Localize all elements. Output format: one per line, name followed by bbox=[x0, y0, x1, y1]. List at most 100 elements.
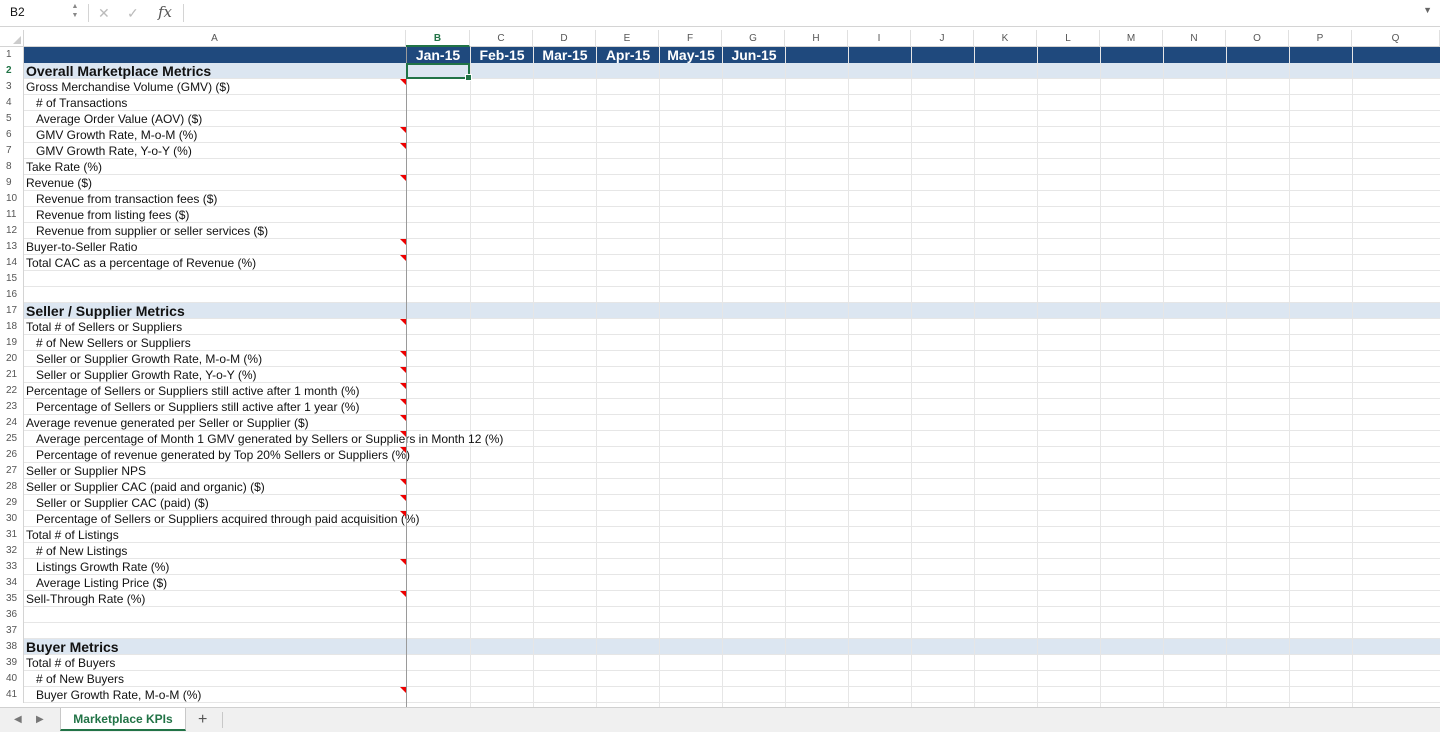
column-header-k[interactable]: K bbox=[974, 30, 1037, 47]
data-cells[interactable] bbox=[406, 351, 1440, 367]
metric-label-cell[interactable]: GMV Growth Rate, M-o-M (%) bbox=[24, 127, 406, 143]
comment-indicator-icon[interactable] bbox=[400, 415, 406, 421]
metric-label-cell[interactable]: Revenue from listing fees ($) bbox=[24, 207, 406, 223]
metric-label-cell[interactable]: Revenue from supplier or seller services… bbox=[24, 223, 406, 239]
row-header[interactable]: 13 bbox=[0, 239, 24, 255]
column-header-n[interactable]: N bbox=[1163, 30, 1226, 47]
row-header[interactable]: 6 bbox=[0, 127, 24, 143]
metric-label-cell[interactable]: # of New Listings bbox=[24, 543, 406, 559]
metric-label-cell[interactable]: Percentage of Sellers or Suppliers acqui… bbox=[24, 511, 420, 527]
metric-label-cell[interactable]: GMV Growth Rate, Y-o-Y (%) bbox=[24, 143, 406, 159]
metric-label-cell[interactable]: Seller or Supplier Growth Rate, Y-o-Y (%… bbox=[24, 367, 406, 383]
data-cells[interactable] bbox=[406, 79, 1440, 95]
data-cells[interactable] bbox=[406, 479, 1440, 495]
data-cells[interactable] bbox=[406, 559, 1440, 575]
metric-label-cell[interactable]: Average Listing Price ($) bbox=[24, 575, 406, 591]
month-header-cell[interactable]: Mar-15 bbox=[533, 47, 597, 63]
metric-label-cell[interactable]: Listings Growth Rate (%) bbox=[24, 559, 406, 575]
row-header[interactable]: 39 bbox=[0, 655, 24, 671]
metric-label-cell[interactable]: Percentage of Sellers or Suppliers still… bbox=[24, 383, 406, 399]
comment-indicator-icon[interactable] bbox=[400, 143, 406, 149]
comment-indicator-icon[interactable] bbox=[400, 383, 406, 389]
metric-label-cell[interactable]: Buyer-to-Seller Ratio bbox=[24, 239, 406, 255]
row-header[interactable]: 21 bbox=[0, 367, 24, 383]
row-header[interactable]: 32 bbox=[0, 543, 24, 559]
data-cells[interactable] bbox=[406, 639, 1440, 655]
data-cells[interactable] bbox=[406, 271, 1440, 287]
metric-label-cell[interactable]: Total # of Sellers or Suppliers bbox=[24, 319, 406, 335]
column-header-f[interactable]: F bbox=[659, 30, 722, 47]
row-header[interactable]: 27 bbox=[0, 463, 24, 479]
row-header[interactable]: 10 bbox=[0, 191, 24, 207]
month-header-cell[interactable]: Apr-15 bbox=[596, 47, 660, 63]
row-header[interactable]: 2 bbox=[0, 63, 24, 79]
row-header[interactable]: 30 bbox=[0, 511, 24, 527]
next-sheet-icon[interactable]: ▶ bbox=[36, 712, 44, 728]
metric-label-cell[interactable]: # of New Buyers bbox=[24, 671, 406, 687]
column-header-m[interactable]: M bbox=[1100, 30, 1163, 47]
formula-input[interactable] bbox=[190, 4, 1416, 22]
row-header[interactable]: 37 bbox=[0, 623, 24, 639]
row-header[interactable]: 14 bbox=[0, 255, 24, 271]
metric-label-cell[interactable] bbox=[24, 271, 406, 287]
row-header[interactable]: 16 bbox=[0, 287, 24, 303]
metric-label-cell[interactable]: Average percentage of Month 1 GMV genera… bbox=[24, 431, 503, 447]
comment-indicator-icon[interactable] bbox=[400, 175, 406, 181]
comment-indicator-icon[interactable] bbox=[400, 127, 406, 133]
metric-label-cell[interactable] bbox=[24, 607, 406, 623]
column-header-e[interactable]: E bbox=[596, 30, 659, 47]
month-header-cell[interactable]: Jan-15 bbox=[406, 47, 470, 63]
row-header[interactable]: 38 bbox=[0, 639, 24, 655]
name-box-stepper-icon[interactable]: ▲ ▼ bbox=[70, 2, 80, 22]
data-cells[interactable] bbox=[406, 303, 1440, 319]
data-cells[interactable] bbox=[406, 367, 1440, 383]
data-cells[interactable] bbox=[406, 287, 1440, 303]
column-header-q[interactable]: Q bbox=[1352, 30, 1440, 47]
comment-indicator-icon[interactable] bbox=[400, 319, 406, 325]
column-header-o[interactable]: O bbox=[1226, 30, 1289, 47]
metric-label-cell[interactable]: Seller or Supplier Growth Rate, M-o-M (%… bbox=[24, 351, 406, 367]
row-header[interactable]: 36 bbox=[0, 607, 24, 623]
data-cells[interactable] bbox=[406, 399, 1440, 415]
column-header-g[interactable]: G bbox=[722, 30, 785, 47]
sheet-tab-marketplace-kpis[interactable]: Marketplace KPIs bbox=[60, 708, 186, 731]
row-header[interactable]: 24 bbox=[0, 415, 24, 431]
data-cells[interactable] bbox=[406, 159, 1440, 175]
data-cells[interactable] bbox=[406, 511, 1440, 527]
metric-label-cell[interactable]: Revenue ($) bbox=[24, 175, 406, 191]
column-header-l[interactable]: L bbox=[1037, 30, 1100, 47]
column-header-i[interactable]: I bbox=[848, 30, 911, 47]
column-header-b[interactable]: B bbox=[406, 30, 470, 47]
row-header[interactable]: 28 bbox=[0, 479, 24, 495]
data-cells[interactable] bbox=[406, 543, 1440, 559]
data-cells[interactable] bbox=[406, 63, 1440, 79]
prev-sheet-icon[interactable]: ◀ bbox=[14, 712, 22, 728]
month-header-cell[interactable]: Jun-15 bbox=[722, 47, 786, 63]
data-cells[interactable] bbox=[406, 671, 1440, 687]
data-cells[interactable] bbox=[406, 623, 1440, 639]
comment-indicator-icon[interactable] bbox=[400, 559, 406, 565]
month-header-cell[interactable]: May-15 bbox=[659, 47, 723, 63]
add-sheet-icon[interactable]: + bbox=[198, 709, 207, 731]
data-cells[interactable] bbox=[406, 319, 1440, 335]
data-cells[interactable] bbox=[406, 239, 1440, 255]
metric-label-cell[interactable]: Total CAC as a percentage of Revenue (%) bbox=[24, 255, 406, 271]
comment-indicator-icon[interactable] bbox=[400, 431, 406, 437]
data-cells[interactable] bbox=[406, 223, 1440, 239]
comment-indicator-icon[interactable] bbox=[400, 399, 406, 405]
insert-function-icon[interactable]: fx bbox=[158, 3, 172, 21]
row-header[interactable]: 20 bbox=[0, 351, 24, 367]
data-cells[interactable] bbox=[406, 143, 1440, 159]
row-header[interactable]: 8 bbox=[0, 159, 24, 175]
row-header[interactable]: 1 bbox=[0, 47, 24, 63]
metric-label-cell[interactable]: Revenue from transaction fees ($) bbox=[24, 191, 406, 207]
metric-label-cell[interactable]: # of Transactions bbox=[24, 95, 406, 111]
row-header[interactable]: 19 bbox=[0, 335, 24, 351]
data-cells[interactable] bbox=[406, 95, 1440, 111]
column-header-h[interactable]: H bbox=[785, 30, 848, 47]
section-title-cell[interactable]: Seller / Supplier Metrics bbox=[24, 303, 406, 319]
metric-label-cell[interactable]: Total # of Buyers bbox=[24, 655, 406, 671]
metric-label-cell[interactable]: Sell-Through Rate (%) bbox=[24, 591, 406, 607]
metric-label-cell[interactable] bbox=[24, 287, 406, 303]
data-cells[interactable] bbox=[406, 127, 1440, 143]
